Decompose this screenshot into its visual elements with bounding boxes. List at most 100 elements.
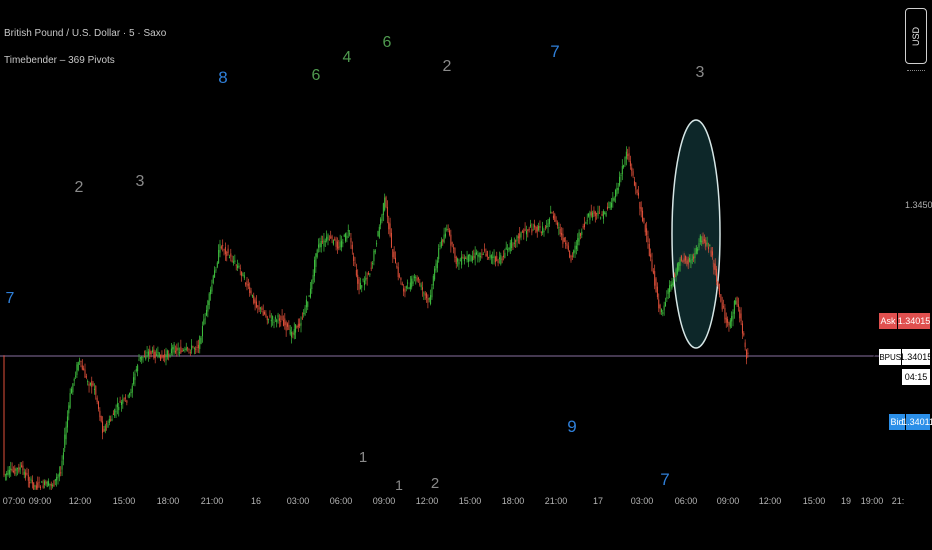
candle-body (84, 369, 86, 378)
time-tick-label: 21:00 (200, 496, 224, 506)
candle-body (260, 307, 261, 309)
candle-body (728, 322, 730, 326)
candle-body (79, 360, 81, 362)
candle-body (627, 154, 629, 156)
currency-button[interactable]: USD (905, 8, 927, 64)
candle-body (243, 275, 245, 279)
time-tick-label: 09:00 (372, 496, 396, 506)
candle-body (655, 278, 657, 292)
candle-body (191, 345, 193, 350)
candle-body (647, 236, 649, 243)
candle-body (710, 250, 712, 257)
indicator-title[interactable]: Timebender – 369 Pivots (4, 54, 166, 68)
candle-body (127, 395, 129, 397)
candle-body (320, 241, 322, 248)
candle-body (326, 236, 328, 241)
candle-body (605, 213, 607, 216)
candle-body (274, 316, 276, 319)
candle-body (189, 352, 191, 354)
candle-body (48, 481, 50, 486)
candle-body (116, 403, 118, 408)
time-tick-label: 12:00 (758, 496, 782, 506)
candle-body (663, 305, 665, 311)
candle-body (370, 267, 372, 269)
candle-body (92, 383, 94, 386)
candle-body (465, 257, 467, 259)
pivot-number: 1 (359, 449, 367, 466)
candle-body (396, 266, 398, 268)
candle-body (296, 326, 298, 329)
candle-body (706, 242, 708, 245)
candle-body (332, 240, 334, 245)
time-tick-label: 03:00 (630, 496, 654, 506)
candle-body (486, 251, 488, 257)
candle-body (500, 255, 502, 265)
candle-body (455, 256, 457, 264)
candle-body (135, 368, 137, 371)
candle-body (646, 228, 648, 236)
candle-body (207, 300, 209, 312)
candle-body (554, 214, 556, 222)
candle-body (636, 190, 638, 193)
candle-body (732, 312, 734, 320)
candle-body (246, 280, 248, 287)
candle-body (184, 348, 186, 350)
candle-body (489, 255, 491, 258)
candle-body (714, 263, 716, 270)
candle-body (88, 384, 90, 386)
candle-body (369, 273, 371, 275)
candle-body (611, 202, 612, 208)
candle-body (494, 256, 496, 263)
candle-body (239, 267, 241, 269)
candle-body (405, 286, 407, 289)
candle-body (462, 257, 464, 259)
candle-body (145, 356, 147, 360)
candle-body (365, 277, 367, 281)
symbol-title[interactable]: British Pound / U.S. Dollar · 5 · Saxo (4, 27, 166, 41)
candle-body (488, 257, 490, 258)
candle-body (511, 239, 513, 249)
candle-body (107, 424, 109, 428)
candle-body (693, 256, 695, 259)
chart-area[interactable]: 238646273711297 (0, 0, 932, 550)
candle-body (254, 299, 256, 304)
candle-body (695, 247, 697, 254)
candle-body (282, 320, 284, 326)
candle-body (150, 351, 152, 354)
candle-body (656, 286, 658, 297)
candle-body (613, 198, 615, 201)
candle-body (108, 418, 110, 423)
candle-body (461, 256, 463, 265)
candle-body (604, 212, 606, 215)
candle-body (683, 258, 685, 262)
candle-body (106, 423, 108, 425)
candle-body (358, 279, 360, 290)
candle-body (165, 354, 167, 361)
time-tick-label: 06:00 (329, 496, 353, 506)
candle-body (56, 477, 58, 481)
candle-body (727, 319, 729, 323)
candle-body (523, 230, 525, 234)
candle-body (438, 248, 440, 260)
candle-body (345, 233, 347, 242)
time-axis[interactable]: 07:00 09:00 12:00 15:00 18:00 21:00 16 03:00 06:… (0, 492, 932, 512)
candle-body (235, 264, 237, 266)
candle-body (675, 269, 677, 277)
candle-body (157, 351, 159, 353)
candle-body (6, 473, 8, 475)
candle-body (731, 316, 733, 322)
candle-body (458, 262, 460, 265)
pivot-number: 7 (6, 290, 15, 307)
time-tick-label: 18:00 (501, 496, 525, 506)
candle-body (615, 190, 617, 198)
candle-body (690, 259, 692, 264)
candle-body (336, 241, 338, 249)
candle-body (590, 211, 592, 216)
candle-body (22, 465, 24, 471)
candle-body (542, 226, 544, 234)
candle-body (311, 279, 313, 289)
candle-body (725, 317, 727, 323)
candle-body (567, 245, 569, 251)
candle-body (35, 485, 37, 489)
candle-body (422, 287, 423, 290)
